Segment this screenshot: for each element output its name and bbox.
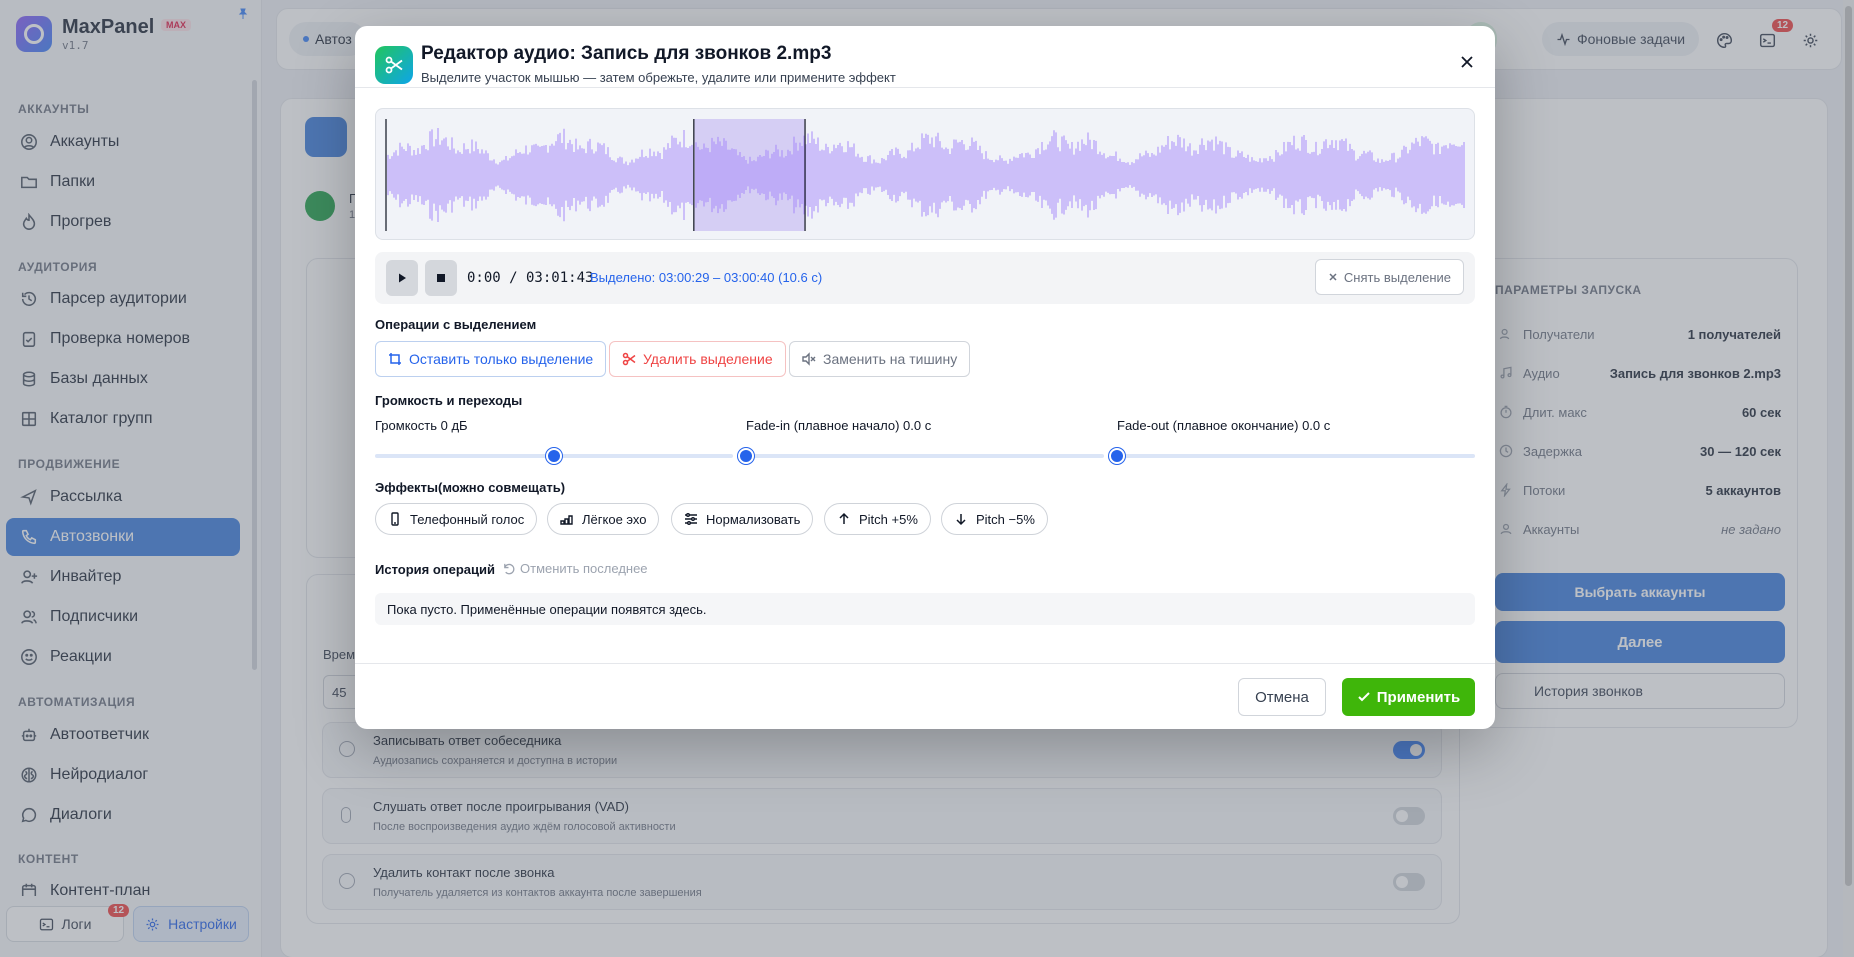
scissors-icon (375, 46, 413, 84)
waveform-area[interactable] (375, 108, 1475, 240)
fade-in-slider-thumb[interactable] (738, 448, 754, 464)
effect-phone-voice-button[interactable]: Телефонный голос (375, 503, 538, 535)
mute-icon (802, 352, 816, 366)
fade-in-label: Fade-in (плавное начало) 0.0 с (746, 418, 932, 433)
stop-icon (436, 273, 446, 283)
history-empty-state: Пока пусто. Применённые операции появятс… (375, 593, 1475, 625)
arrow-down-icon (954, 512, 968, 526)
undo-icon (502, 562, 515, 575)
effect-pitch-down-button[interactable]: Pitch −5% (941, 503, 1048, 535)
volume-label: Громкость 0 дБ (375, 418, 468, 433)
silence-selection-button[interactable]: Заменить на тишину (789, 341, 971, 377)
phone-receiver-icon (388, 512, 402, 526)
play-button[interactable] (386, 260, 418, 296)
modal-header-divider (355, 87, 1495, 88)
effect-pitch-up-button[interactable]: Pitch +5% (824, 503, 931, 535)
apply-button[interactable]: Применить (1342, 678, 1475, 716)
stop-button[interactable] (425, 260, 457, 296)
crop-icon (388, 352, 402, 366)
playback-time: 0:00 / 03:01:43 (467, 270, 594, 286)
effects-heading: Эффекты(можно совмещать) (375, 480, 566, 495)
waveform[interactable] (376, 109, 1475, 240)
scissors-icon (622, 352, 636, 366)
effect-normalize-button[interactable]: Нормализовать (671, 503, 814, 535)
echo-icon (560, 512, 574, 526)
audio-editor-modal: Редактор аудио: Запись для звонков 2.mp3… (355, 26, 1495, 729)
fade-out-label: Fade-out (плавное окончание) 0.0 с (1117, 418, 1331, 433)
modal-subtitle: Выделите участок мышью — затем обрежьте,… (421, 70, 896, 85)
check-icon (1357, 690, 1371, 704)
close-icon (1328, 272, 1338, 282)
cancel-button[interactable]: Отмена (1238, 678, 1326, 716)
clear-selection-button[interactable]: Снять выделение (1314, 259, 1464, 295)
fade-out-slider-thumb[interactable] (1109, 448, 1125, 464)
delete-selection-button[interactable]: Удалить выделение (609, 341, 786, 377)
history-heading: История операций (375, 562, 496, 577)
fade-in-slider[interactable] (738, 448, 1104, 464)
volume-slider-thumb[interactable] (546, 448, 562, 464)
volume-heading: Громкость и переходы (375, 393, 523, 408)
effect-echo-button[interactable]: Лёгкое эхо (547, 503, 660, 535)
undo-last-button[interactable]: Отменить последнее (502, 561, 648, 576)
arrow-up-icon (837, 512, 851, 526)
playback-bar: 0:00 / 03:01:43 Выделено: 03:00:29 – 03:… (375, 252, 1475, 304)
selection-ops-heading: Операции с выделением (375, 317, 537, 332)
keep-selection-button[interactable]: Оставить только выделение (375, 341, 607, 377)
selection-range: Выделено: 03:00:29 – 03:00:40 (10.6 с) (590, 270, 823, 285)
modal-title: Редактор аудио: Запись для звонков 2.mp3 (421, 43, 832, 64)
fade-out-slider[interactable] (1109, 448, 1475, 464)
modal-footer-divider (355, 663, 1495, 664)
close-icon[interactable] (1457, 52, 1477, 72)
play-icon (396, 272, 408, 284)
volume-slider[interactable] (375, 448, 733, 464)
sliders-icon (684, 512, 698, 526)
